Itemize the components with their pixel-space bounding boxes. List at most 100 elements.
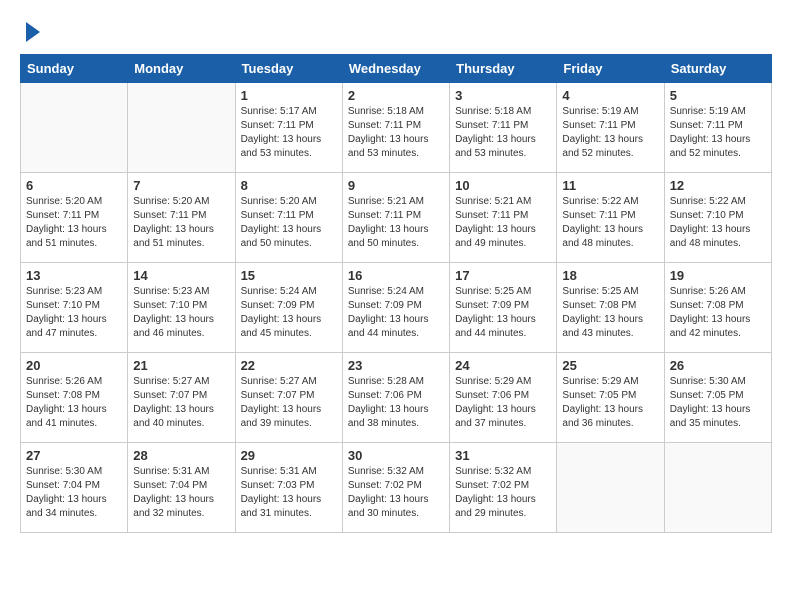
calendar-cell: 28 Sunrise: 5:31 AMSunset: 7:04 PMDayligh…: [128, 443, 235, 533]
day-info: Sunrise: 5:31 AMSunset: 7:03 PMDaylight:…: [241, 465, 337, 521]
calendar-cell: 17Sunrise: 5:25 AMSunset: 7:09 PMDayligh…: [450, 263, 557, 353]
calendar-cell: 29 Sunrise: 5:31 AMSunset: 7:03 PMDayligh…: [235, 443, 342, 533]
calendar-cell: 7 Sunrise: 5:20 AMSunset: 7:11 PMDaylight…: [128, 173, 235, 263]
calendar-cell: 21Sunrise: 5:27 AMSunset: 7:07 PMDayligh…: [128, 353, 235, 443]
day-number: 16: [348, 268, 444, 283]
day-info: Sunrise: 5:29 AMSunset: 7:05 PMDaylight:…: [562, 375, 658, 431]
day-info: Sunrise: 5:28 AMSunset: 7:06 PMDaylight:…: [348, 375, 444, 431]
day-number: 4: [562, 88, 658, 103]
weekday-header-monday: Monday: [128, 55, 235, 83]
weekday-header-thursday: Thursday: [450, 55, 557, 83]
calendar-table: SundayMondayTuesdayWednesdayThursdayFrid…: [20, 54, 772, 533]
day-number: 24: [455, 358, 551, 373]
calendar-cell: 5Sunrise: 5:19 AMSunset: 7:11 PMDaylight…: [664, 83, 771, 173]
weekday-header-wednesday: Wednesday: [342, 55, 449, 83]
day-info: Sunrise: 5:27 AMSunset: 7:07 PMDaylight:…: [133, 375, 229, 431]
calendar-cell: 31Sunrise: 5:32 AMSunset: 7:02 PMDayligh…: [450, 443, 557, 533]
day-number: 9: [348, 178, 444, 193]
day-number: 10: [455, 178, 551, 193]
calendar-week-row: 20Sunrise: 5:26 AMSunset: 7:08 PMDayligh…: [21, 353, 772, 443]
calendar-cell: 10 Sunrise: 5:21 AMSunset: 7:11 PMDayligh…: [450, 173, 557, 263]
calendar-cell: 15Sunrise: 5:24 AMSunset: 7:09 PMDayligh…: [235, 263, 342, 353]
day-info: Sunrise: 5:23 AMSunset: 7:10 PMDaylight:…: [133, 285, 229, 341]
calendar-cell: 6 Sunrise: 5:20 AMSunset: 7:11 PMDaylight…: [21, 173, 128, 263]
day-info: Sunrise: 5:17 AMSunset: 7:11 PMDaylight:…: [241, 105, 337, 161]
day-number: 27: [26, 448, 122, 463]
day-number: 6: [26, 178, 122, 193]
day-number: 22: [241, 358, 337, 373]
weekday-header-sunday: Sunday: [21, 55, 128, 83]
day-number: 14: [133, 268, 229, 283]
calendar-cell: 12 Sunrise: 5:22 AMSunset: 7:10 PMDayligh…: [664, 173, 771, 263]
weekday-header-tuesday: Tuesday: [235, 55, 342, 83]
day-info: Sunrise: 5:27 AMSunset: 7:07 PMDaylight:…: [241, 375, 337, 431]
day-number: 12: [670, 178, 766, 193]
day-number: 1: [241, 88, 337, 103]
day-number: 13: [26, 268, 122, 283]
calendar-cell: [21, 83, 128, 173]
day-number: 19: [670, 268, 766, 283]
day-number: 20: [26, 358, 122, 373]
page-header: [20, 20, 772, 44]
day-info: Sunrise: 5:20 AMSunset: 7:11 PMDaylight:…: [241, 195, 337, 251]
calendar-cell: 22 Sunrise: 5:27 AMSunset: 7:07 PMDayligh…: [235, 353, 342, 443]
calendar-cell: [664, 443, 771, 533]
calendar-cell: 13 Sunrise: 5:23 AMSunset: 7:10 PMDayligh…: [21, 263, 128, 353]
day-number: 29: [241, 448, 337, 463]
day-info: Sunrise: 5:24 AMSunset: 7:09 PMDaylight:…: [241, 285, 337, 341]
calendar-cell: 2 Sunrise: 5:18 AMSunset: 7:11 PMDaylight…: [342, 83, 449, 173]
day-info: Sunrise: 5:31 AMSunset: 7:04 PMDaylight:…: [133, 465, 229, 521]
calendar-cell: 27Sunrise: 5:30 AMSunset: 7:04 PMDayligh…: [21, 443, 128, 533]
calendar-cell: 9 Sunrise: 5:21 AMSunset: 7:11 PMDaylight…: [342, 173, 449, 263]
day-info: Sunrise: 5:20 AMSunset: 7:11 PMDaylight:…: [133, 195, 229, 251]
day-info: Sunrise: 5:19 AMSunset: 7:11 PMDaylight:…: [562, 105, 658, 161]
day-number: 23: [348, 358, 444, 373]
day-info: Sunrise: 5:23 AMSunset: 7:10 PMDaylight:…: [26, 285, 122, 341]
day-number: 7: [133, 178, 229, 193]
day-number: 18: [562, 268, 658, 283]
calendar-cell: 8 Sunrise: 5:20 AMSunset: 7:11 PMDaylight…: [235, 173, 342, 263]
day-info: Sunrise: 5:25 AMSunset: 7:09 PMDaylight:…: [455, 285, 551, 341]
day-info: Sunrise: 5:25 AMSunset: 7:08 PMDaylight:…: [562, 285, 658, 341]
calendar-cell: 14 Sunrise: 5:23 AMSunset: 7:10 PMDayligh…: [128, 263, 235, 353]
day-number: 26: [670, 358, 766, 373]
calendar-cell: 18 Sunrise: 5:25 AMSunset: 7:08 PMDayligh…: [557, 263, 664, 353]
day-info: Sunrise: 5:29 AMSunset: 7:06 PMDaylight:…: [455, 375, 551, 431]
day-number: 31: [455, 448, 551, 463]
calendar-week-row: 27Sunrise: 5:30 AMSunset: 7:04 PMDayligh…: [21, 443, 772, 533]
calendar-cell: 19Sunrise: 5:26 AMSunset: 7:08 PMDayligh…: [664, 263, 771, 353]
day-info: Sunrise: 5:21 AMSunset: 7:11 PMDaylight:…: [348, 195, 444, 251]
day-number: 11: [562, 178, 658, 193]
calendar-cell: 30 Sunrise: 5:32 AMSunset: 7:02 PMDayligh…: [342, 443, 449, 533]
calendar-week-row: 6 Sunrise: 5:20 AMSunset: 7:11 PMDaylight…: [21, 173, 772, 263]
calendar-cell: 3Sunrise: 5:18 AMSunset: 7:11 PMDaylight…: [450, 83, 557, 173]
day-number: 3: [455, 88, 551, 103]
weekday-header-row: SundayMondayTuesdayWednesdayThursdayFrid…: [21, 55, 772, 83]
calendar-cell: 1 Sunrise: 5:17 AMSunset: 7:11 PMDaylight…: [235, 83, 342, 173]
calendar-cell: [557, 443, 664, 533]
day-info: Sunrise: 5:22 AMSunset: 7:10 PMDaylight:…: [670, 195, 766, 251]
weekday-header-friday: Friday: [557, 55, 664, 83]
calendar-cell: 26 Sunrise: 5:30 AMSunset: 7:05 PMDayligh…: [664, 353, 771, 443]
day-number: 30: [348, 448, 444, 463]
logo: [20, 20, 42, 44]
weekday-header-saturday: Saturday: [664, 55, 771, 83]
day-info: Sunrise: 5:30 AMSunset: 7:05 PMDaylight:…: [670, 375, 766, 431]
calendar-week-row: 13 Sunrise: 5:23 AMSunset: 7:10 PMDayligh…: [21, 263, 772, 353]
calendar-cell: 11Sunrise: 5:22 AMSunset: 7:11 PMDayligh…: [557, 173, 664, 263]
day-info: Sunrise: 5:32 AMSunset: 7:02 PMDaylight:…: [348, 465, 444, 521]
day-info: Sunrise: 5:24 AMSunset: 7:09 PMDaylight:…: [348, 285, 444, 341]
day-number: 2: [348, 88, 444, 103]
calendar-cell: 16 Sunrise: 5:24 AMSunset: 7:09 PMDayligh…: [342, 263, 449, 353]
calendar-cell: 20Sunrise: 5:26 AMSunset: 7:08 PMDayligh…: [21, 353, 128, 443]
day-number: 25: [562, 358, 658, 373]
day-info: Sunrise: 5:20 AMSunset: 7:11 PMDaylight:…: [26, 195, 122, 251]
day-number: 8: [241, 178, 337, 193]
calendar-cell: [128, 83, 235, 173]
calendar-cell: 23 Sunrise: 5:28 AMSunset: 7:06 PMDayligh…: [342, 353, 449, 443]
day-info: Sunrise: 5:18 AMSunset: 7:11 PMDaylight:…: [348, 105, 444, 161]
day-number: 28: [133, 448, 229, 463]
calendar-week-row: 1 Sunrise: 5:17 AMSunset: 7:11 PMDaylight…: [21, 83, 772, 173]
day-info: Sunrise: 5:21 AMSunset: 7:11 PMDaylight:…: [455, 195, 551, 251]
day-number: 5: [670, 88, 766, 103]
